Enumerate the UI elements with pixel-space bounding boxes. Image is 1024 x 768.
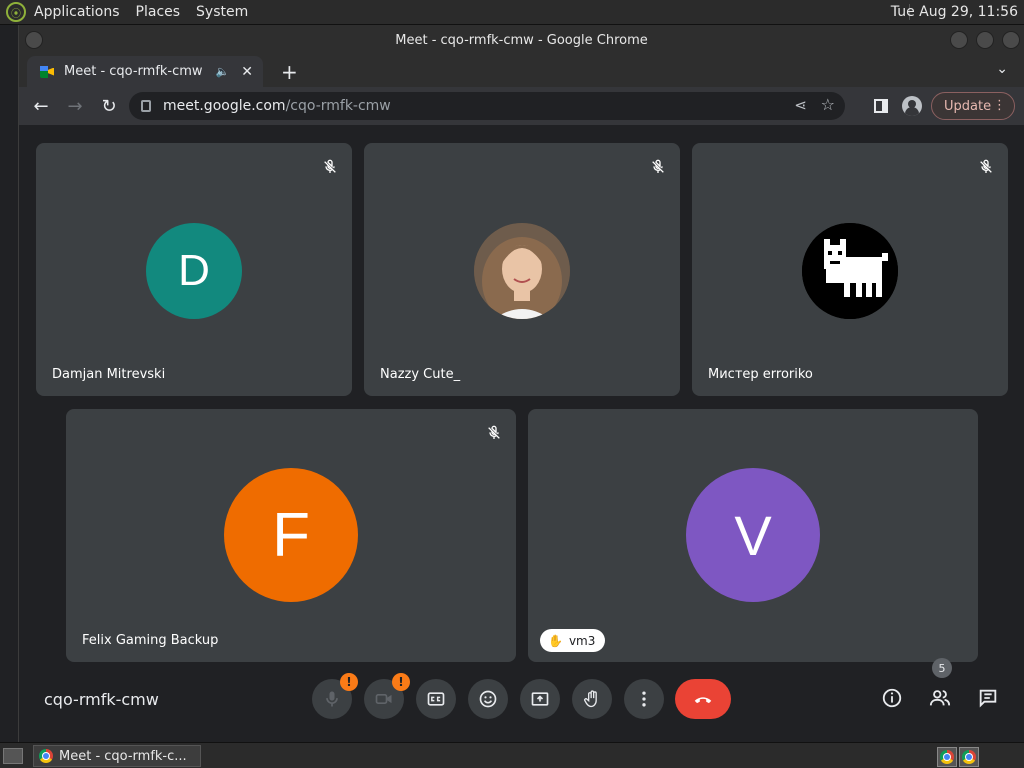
clock[interactable]: Tue Aug 29, 11:56 — [891, 4, 1018, 20]
google-meet-favicon-icon — [40, 65, 54, 79]
raise-hand-icon — [584, 690, 597, 708]
tab-strip: Meet - cqo-rmfk-cmw 🔈 ✕ + ⌄ — [19, 56, 1024, 87]
mic-off-icon — [652, 159, 664, 173]
bookmark-star-icon[interactable]: ☆ — [821, 95, 835, 114]
mic-icon — [326, 691, 338, 707]
camera-warning-badge: ! — [392, 673, 410, 691]
profile-avatar-icon[interactable] — [902, 96, 922, 116]
chrome-window: Meet - cqo-rmfk-cmw - Google Chrome Meet… — [18, 25, 1024, 742]
url-domain: meet.google.com — [163, 98, 286, 114]
present-screen-button[interactable] — [520, 679, 560, 719]
participant-tile[interactable]: Nazzy Cute_ — [364, 143, 680, 396]
update-button[interactable]: Update ⋮ — [931, 92, 1015, 120]
participant-name: Damjan Mitrevski — [52, 367, 166, 382]
browser-toolbar: ← → ↻ meet.google.com/cqo-rmfk-cmw ⋖ ☆ U… — [19, 87, 1024, 125]
mic-off-icon — [980, 159, 992, 173]
avatar: F — [224, 468, 358, 602]
present-icon — [531, 692, 549, 706]
taskbar-item-chrome[interactable]: Meet - cqo-rmfk-c... — [33, 745, 201, 767]
people-count-badge: 5 — [932, 658, 952, 678]
share-icon[interactable]: ⋖ — [794, 96, 807, 114]
people-icon — [929, 690, 951, 706]
chrome-menu-icon[interactable]: ⋮ — [993, 98, 1006, 113]
new-tab-button[interactable]: + — [281, 60, 298, 84]
meeting-details-button[interactable] — [878, 684, 906, 712]
avatar: V — [686, 468, 820, 602]
raised-hand-badge: ✋ vm3 — [540, 629, 606, 652]
lock-icon[interactable] — [141, 100, 151, 112]
bottom-taskbar: Meet - cqo-rmfk-c... — [0, 742, 1024, 768]
places-menu[interactable]: Places — [136, 4, 181, 20]
speaker-icon[interactable]: 🔈 — [216, 65, 230, 78]
tab-search-chevron-icon[interactable]: ⌄ — [996, 61, 1008, 77]
back-button[interactable]: ← — [29, 96, 53, 117]
avatar-photo — [474, 223, 570, 319]
mic-off-icon — [324, 159, 336, 173]
participant-tile[interactable]: Мистер erroriko — [692, 143, 1008, 396]
top-panel: ⦿ Applications Places System Tue Aug 29,… — [0, 0, 1024, 25]
window-menu-button[interactable] — [25, 31, 43, 49]
chat-icon — [979, 689, 997, 708]
closed-captions-icon — [427, 692, 445, 706]
emoji-icon — [479, 690, 497, 708]
participant-tile-self[interactable]: V ✋ vm3 — [528, 409, 978, 662]
camera-button[interactable]: ! — [364, 673, 410, 719]
tab-close-icon[interactable]: ✕ — [241, 64, 253, 80]
participant-name: vm3 — [568, 633, 596, 648]
tray-chrome-2[interactable] — [959, 747, 979, 767]
close-window-button[interactable] — [1002, 31, 1020, 49]
window-titlebar[interactable]: Meet - cqo-rmfk-cmw - Google Chrome — [19, 25, 1024, 56]
participant-name: Felix Gaming Backup — [82, 633, 219, 648]
mic-warning-badge: ! — [340, 673, 358, 691]
reload-button[interactable]: ↻ — [97, 96, 121, 117]
maximize-button[interactable] — [976, 31, 994, 49]
info-icon — [882, 688, 902, 708]
tray-chrome-1[interactable] — [937, 747, 957, 767]
chrome-icon — [962, 750, 976, 764]
leave-call-button[interactable] — [675, 679, 731, 719]
participant-tile[interactable]: F Felix Gaming Backup — [66, 409, 516, 662]
more-vert-icon — [642, 691, 646, 707]
call-controls-bar: cqo-rmfk-cmw ! ! 5 — [19, 658, 1024, 732]
tab-title: Meet - cqo-rmfk-cmw — [64, 64, 203, 79]
participant-name: Мистер erroriko — [708, 367, 813, 382]
system-menu[interactable]: System — [196, 4, 248, 20]
chrome-icon — [39, 749, 53, 763]
window-title: Meet - cqo-rmfk-cmw - Google Chrome — [395, 33, 648, 48]
chat-button[interactable] — [974, 684, 1002, 712]
meet-stage: D Damjan Mitrevski Nazzy Cute_ Мистер er… — [19, 125, 1024, 742]
tab-meet[interactable]: Meet - cqo-rmfk-cmw 🔈 ✕ — [27, 56, 263, 87]
participant-name: Nazzy Cute_ — [380, 367, 461, 382]
forward-button[interactable]: → — [63, 96, 87, 117]
hand-icon: ✋ — [548, 633, 563, 648]
taskbar-item-label: Meet - cqo-rmfk-c... — [59, 748, 187, 764]
gnome-foot-icon[interactable]: ⦿ — [6, 2, 26, 22]
url-path: /cqo-rmfk-cmw — [285, 98, 391, 114]
avatar-pixel-dog — [802, 223, 898, 319]
hang-up-icon — [694, 697, 712, 704]
update-label: Update — [944, 98, 992, 114]
minimize-button[interactable] — [950, 31, 968, 49]
address-bar[interactable]: meet.google.com/cqo-rmfk-cmw ⋖ ☆ — [129, 92, 845, 120]
camera-icon — [375, 694, 392, 704]
chrome-icon — [940, 750, 954, 764]
microphone-button[interactable]: ! — [312, 673, 358, 719]
reactions-button[interactable] — [468, 679, 508, 719]
mic-off-icon — [488, 425, 500, 439]
more-options-button[interactable] — [624, 679, 664, 719]
avatar: D — [146, 223, 242, 319]
participant-tile[interactable]: D Damjan Mitrevski — [36, 143, 352, 396]
side-panel-icon[interactable] — [874, 99, 888, 113]
show-desktop-icon[interactable] — [3, 747, 23, 764]
meeting-code: cqo-rmfk-cmw — [44, 690, 159, 709]
people-button[interactable] — [926, 684, 954, 712]
raise-hand-button[interactable] — [572, 679, 612, 719]
captions-button[interactable] — [416, 679, 456, 719]
applications-menu[interactable]: Applications — [34, 4, 120, 20]
